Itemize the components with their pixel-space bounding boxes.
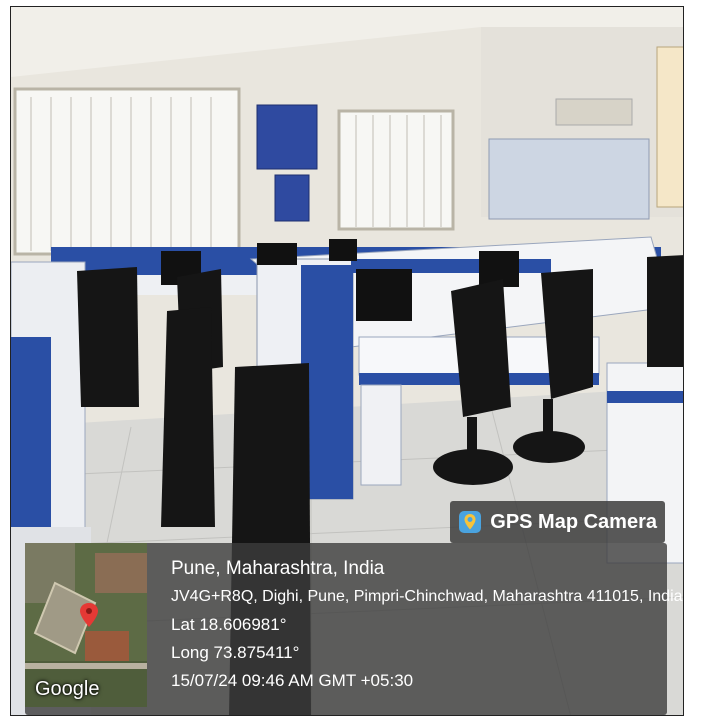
latitude: Lat 18.606981°	[171, 615, 287, 634]
map-pin-camera-icon	[459, 511, 482, 533]
longitude: Long 73.875411°	[171, 643, 300, 662]
place-name: Pune, Maharashtra, India	[171, 558, 385, 579]
window-middle	[337, 109, 455, 231]
gps-map-camera-badge: GPS Map Camera	[450, 501, 665, 543]
mini-map: Google	[25, 543, 147, 707]
full-address: JV4G+R8Q, Dighi, Pune, Pimpri-Chinchwad,…	[171, 588, 683, 605]
badge-label: GPS Map Camera	[490, 510, 657, 533]
window-left	[13, 87, 241, 256]
photo-frame: GPS Map Camera Google Pune, Maharashtra,…	[10, 6, 684, 716]
google-logo: Google	[35, 678, 100, 700]
location-details: Pune, Maharashtra, India JV4G+R8Q, Dighi…	[171, 555, 683, 695]
timestamp: 15/07/24 09:46 AM GMT +05:30	[171, 671, 414, 690]
